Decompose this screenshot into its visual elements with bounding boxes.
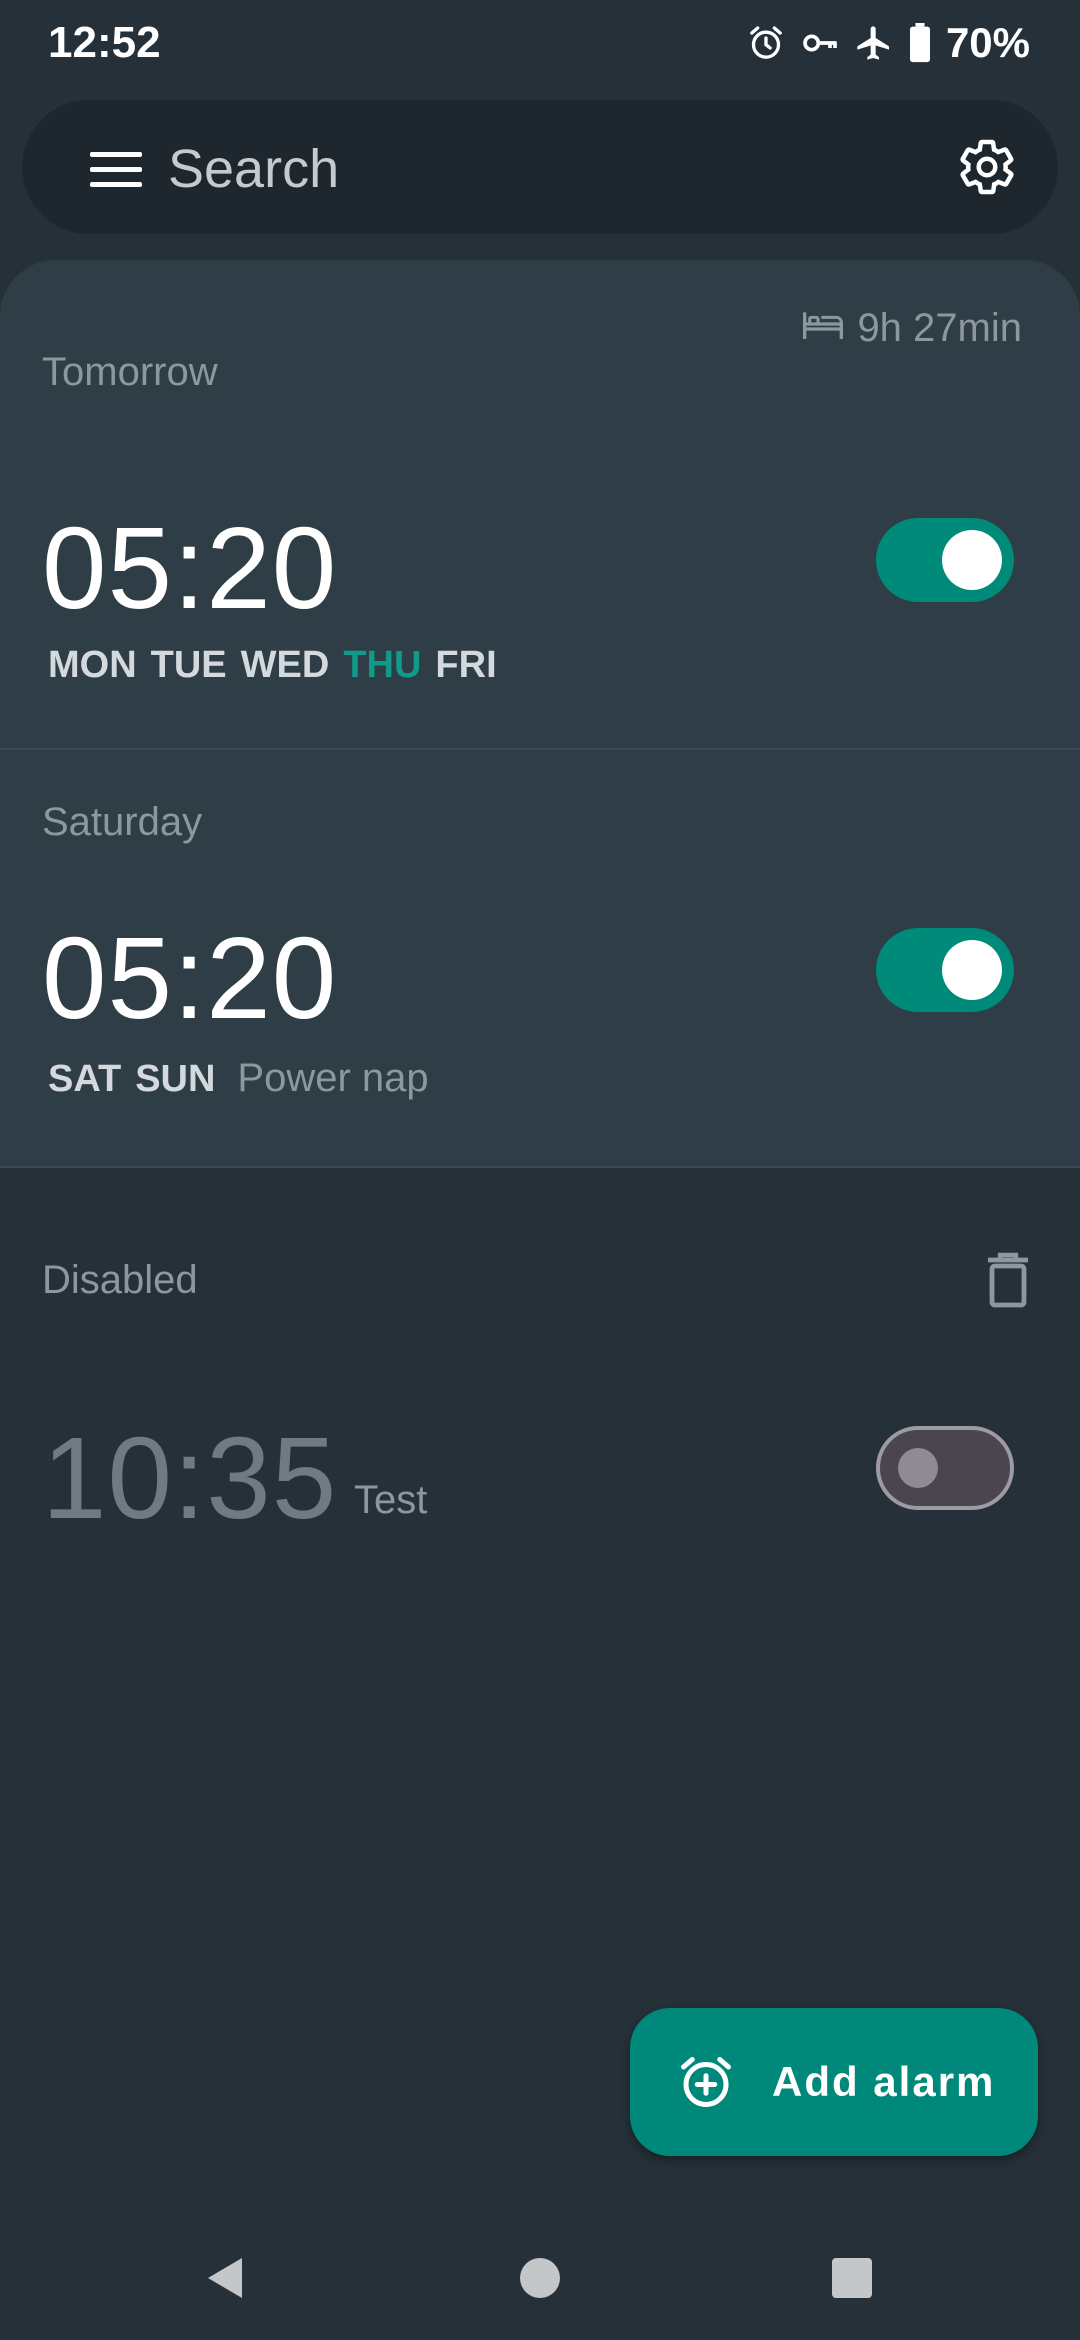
alarm-days: MON TUE WED THU FRI (48, 644, 497, 687)
day-label-next: THU (343, 644, 422, 686)
enabled-alarms-card: 9h 27min Tomorrow 05:20 MON TUE WED THU … (0, 260, 1080, 1166)
section-label: Tomorrow (42, 350, 218, 394)
section-label: Saturday (42, 800, 203, 844)
bed-icon (803, 306, 844, 351)
back-icon[interactable] (202, 2254, 250, 2302)
menu-icon[interactable] (80, 142, 152, 198)
battery-icon (908, 23, 932, 63)
sleep-duration-info: 9h 27min (803, 306, 1022, 351)
add-alarm-button[interactable]: Add alarm (630, 2008, 1038, 2156)
alarm-time[interactable]: 10:35 (42, 1420, 337, 1536)
alarm-days: SAT SUN Power nap (48, 1056, 429, 1101)
alarm-toggle[interactable] (876, 518, 1014, 602)
recents-icon[interactable] (828, 2254, 876, 2302)
delete-icon[interactable] (984, 1252, 1032, 1308)
search-input[interactable]: Search (168, 138, 339, 200)
day-label: SAT (48, 1058, 122, 1100)
home-icon[interactable] (516, 2254, 564, 2302)
status-bar: 12:52 70% (0, 0, 1080, 86)
add-alarm-label: Add alarm (772, 2058, 996, 2105)
search-bar[interactable]: Search (22, 100, 1058, 234)
toggle-knob (942, 940, 1002, 1000)
alarm-time[interactable]: 05:20 (42, 510, 337, 626)
alarm-toggle[interactable] (876, 1426, 1014, 1510)
day-label: MON (48, 644, 137, 686)
battery-percent: 70% (945, 19, 1030, 66)
day-label: TUE (150, 644, 227, 686)
status-icons: 70% (746, 16, 1030, 70)
alarm-label: Test (354, 1478, 428, 1522)
sleep-duration: 9h 27min (857, 306, 1022, 350)
alarm-toggle[interactable] (876, 928, 1014, 1012)
section-label: Disabled (42, 1258, 198, 1302)
divider (0, 748, 1080, 750)
alarm-icon (746, 23, 786, 63)
airplane-icon (854, 23, 894, 63)
status-time: 12:52 (48, 18, 161, 67)
alarm-time[interactable]: 05:20 (42, 920, 337, 1036)
navigation-bar (0, 2218, 1080, 2340)
day-label: WED (240, 644, 330, 686)
day-label: FRI (435, 644, 497, 686)
toggle-knob (942, 530, 1002, 590)
alarm-add-icon (676, 2052, 736, 2112)
alarm-label: Power nap (237, 1056, 429, 1100)
toggle-knob (898, 1448, 938, 1488)
vpn-key-icon (800, 23, 840, 63)
day-label: SUN (135, 1058, 216, 1100)
disabled-alarms-section: Disabled 10:35 Test (0, 1168, 1080, 1668)
settings-icon[interactable] (952, 132, 1022, 202)
